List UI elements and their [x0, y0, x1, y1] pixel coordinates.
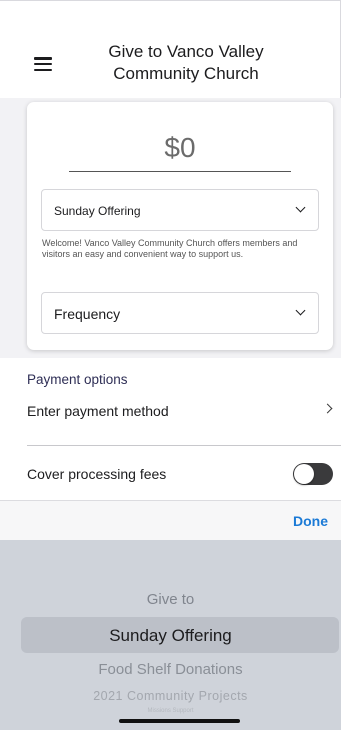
picker-option[interactable]: Missions Support [0, 708, 341, 714]
page-title: Give to Vanco Valley Community Church [108, 42, 264, 83]
home-indicator [119, 719, 240, 723]
amount-input[interactable]: $0 [27, 132, 333, 164]
picker-option[interactable]: 2021 Community Projects [0, 689, 341, 703]
cover-fees-toggle[interactable] [293, 463, 333, 485]
done-button[interactable]: Done [293, 513, 328, 529]
cover-fees-label: Cover processing fees [27, 466, 167, 482]
picker-toolbar: Done [0, 500, 341, 540]
payment-options-title: Payment options [27, 372, 128, 387]
hamburger-menu-icon[interactable] [34, 57, 52, 72]
fund-select-value: Sunday Offering [54, 204, 141, 218]
fund-picker-wheel[interactable]: Give to Sunday Offering Food Shelf Donat… [0, 540, 341, 730]
header: Give to Vanco Valley Community Church [0, 0, 341, 98]
toggle-knob [294, 464, 314, 484]
chevron-down-icon [295, 305, 306, 316]
divider [27, 445, 341, 446]
fund-select[interactable]: Sunday Offering [41, 189, 319, 231]
amount-underline [69, 171, 291, 172]
picker-option-selected[interactable]: Sunday Offering [0, 626, 341, 646]
picker-option[interactable]: Give to [0, 591, 341, 608]
chevron-right-icon[interactable] [322, 403, 333, 414]
frequency-select[interactable]: Frequency [41, 292, 319, 334]
enter-payment-method-link[interactable]: Enter payment method [27, 403, 169, 419]
chevron-down-icon [295, 202, 306, 213]
frequency-select-value: Frequency [54, 306, 121, 322]
picker-option[interactable]: Food Shelf Donations [0, 661, 341, 678]
donation-card: $0 Sunday Offering Welcome! Vanco Valley… [27, 102, 333, 350]
welcome-text: Welcome! Vanco Valley Community Church o… [42, 238, 298, 259]
